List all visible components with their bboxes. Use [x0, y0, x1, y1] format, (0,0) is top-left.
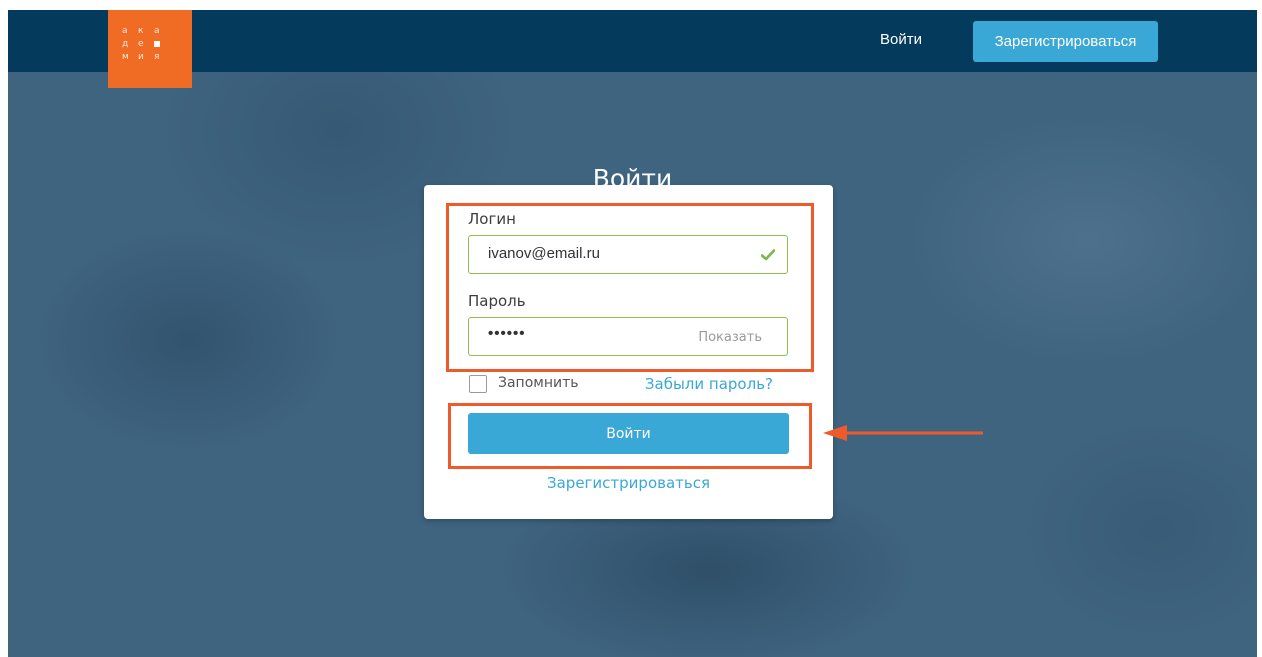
logo-letter: м — [122, 52, 129, 62]
remember-checkbox[interactable] — [469, 375, 487, 393]
annotation-highlight-submit — [448, 403, 812, 469]
logo-letter: а — [154, 26, 160, 36]
logo-letter: и — [138, 52, 144, 62]
logo-square-icon — [154, 41, 160, 47]
forgot-password-link[interactable]: Забыли пароль? — [645, 375, 773, 393]
logo-letter: е — [138, 39, 144, 49]
logo-letter: к — [138, 26, 144, 36]
annotation-highlight-credentials — [446, 203, 814, 372]
register-link[interactable]: Зарегистрироваться — [424, 474, 833, 492]
nav-login-link[interactable]: Войти — [880, 31, 922, 48]
nav-register-button[interactable]: Зарегистрироваться — [973, 21, 1158, 62]
logo-letter: а — [122, 26, 128, 36]
logo-letter: д — [122, 39, 129, 49]
logo-letters: а к а д е м и я — [122, 26, 170, 62]
academia-logo[interactable]: а к а д е м и я — [108, 10, 192, 88]
top-navbar: Войти Зарегистрироваться — [8, 10, 1257, 72]
logo-letter: я — [154, 52, 160, 62]
arrow-left-icon — [823, 425, 983, 441]
remember-label[interactable]: Запомнить — [498, 375, 579, 391]
page-frame: Войти Зарегистрироваться а к а д е м и я… — [8, 10, 1257, 657]
